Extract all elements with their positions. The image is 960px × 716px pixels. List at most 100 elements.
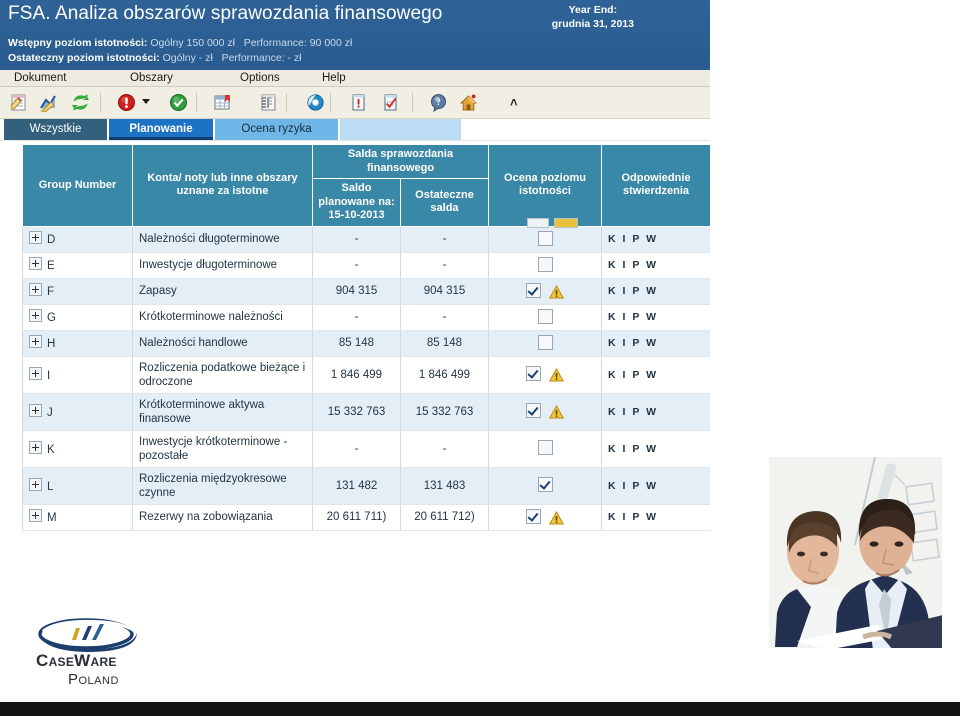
cell-group-number[interactable]: H xyxy=(22,330,133,357)
cell-assertions: K I P W xyxy=(601,330,710,357)
materiality-checkbox[interactable] xyxy=(537,477,553,492)
cell-area-name: Rozliczenia międzyokresowe czynne xyxy=(132,467,313,505)
app-title-bar: FSA. Analiza obszarów sprawozdania finan… xyxy=(0,0,710,70)
materiality-checkbox[interactable] xyxy=(526,366,541,381)
col-header-ostateczne-line2: salda xyxy=(430,202,459,215)
table-row[interactable]: I Rozliczenia podatkowe bieżące i odroczo… xyxy=(22,356,710,394)
spreadsheet-icon[interactable] xyxy=(212,92,233,113)
materiality-preliminary-performance-label: Performance: xyxy=(243,37,307,49)
cell-materiality-assessment[interactable] xyxy=(488,226,602,253)
materiality-checkbox[interactable] xyxy=(537,334,553,350)
chart-analysis-icon[interactable] xyxy=(38,92,59,113)
cell-group-number[interactable]: K xyxy=(22,430,133,468)
cell-group-number[interactable]: E xyxy=(22,252,133,279)
menu-item-obszary[interactable]: Obszary xyxy=(130,70,173,86)
cell-final-balance: 85 148 xyxy=(400,330,489,357)
expand-plus-icon[interactable] xyxy=(29,477,42,491)
cell-materiality-assessment[interactable] xyxy=(488,430,602,468)
menu-item-help[interactable]: Help xyxy=(322,70,346,86)
col-header-konta[interactable]: Konta/ noty lub inne obszary uznane za i… xyxy=(132,144,313,227)
note-exclamation-icon[interactable] xyxy=(348,92,369,113)
expand-plus-icon[interactable] xyxy=(29,283,42,296)
materiality-checkbox[interactable] xyxy=(526,282,541,298)
expand-plus-icon[interactable] xyxy=(29,309,42,322)
risk-alert-icon[interactable] xyxy=(116,92,137,113)
new-document-icon[interactable] xyxy=(8,92,29,113)
expand-plus-icon[interactable] xyxy=(29,335,42,348)
cell-area-name: Inwestycje długoterminowe xyxy=(132,252,313,279)
warning-icon xyxy=(549,368,564,382)
group-letter: J xyxy=(47,406,53,419)
group-letter: H xyxy=(47,338,56,350)
toolbar-separator xyxy=(286,93,287,112)
tab-ocena-ryzyka[interactable]: Ocena ryzyka xyxy=(215,119,338,140)
col-header-ocena[interactable]: Ocena poziomu istotności xyxy=(488,144,602,227)
cell-materiality-assessment[interactable] xyxy=(488,393,602,431)
expand-plus-icon[interactable] xyxy=(29,403,42,417)
table-row[interactable]: J Krótkoterminowe aktywa finansowe 15 332 … xyxy=(22,393,710,431)
ruler-icon[interactable] xyxy=(258,92,279,113)
col-header-salda-group[interactable]: Salda sprawozdania finansowego xyxy=(312,144,489,179)
cell-materiality-assessment[interactable] xyxy=(488,356,602,394)
chevron-up-icon[interactable]: ˄ xyxy=(510,95,518,110)
cell-group-number[interactable]: D xyxy=(22,226,133,253)
partial-warning-fragment xyxy=(554,218,578,228)
cell-group-number[interactable]: M xyxy=(22,504,133,531)
table-row[interactable]: E Inwestycje długoterminowe - - K I P W xyxy=(22,252,710,279)
menu-item-dokument[interactable]: Dokument xyxy=(14,70,66,86)
cell-group-number[interactable]: L xyxy=(22,467,133,505)
cell-planned-balance: - xyxy=(312,304,401,331)
cell-area-name: Krótkoterminowe aktywa finansowe xyxy=(132,393,313,431)
expand-plus-icon[interactable] xyxy=(29,440,42,454)
col-header-ocena-line1: Ocena poziomu xyxy=(504,171,586,184)
cell-materiality-assessment[interactable] xyxy=(488,504,602,531)
tab-blank[interactable] xyxy=(340,119,461,140)
help-icon[interactable]: ? xyxy=(428,92,449,113)
cell-assertions: K I P W xyxy=(601,467,710,505)
table-row[interactable]: L Rozliczenia międzyokresowe czynne 131 48… xyxy=(22,467,710,505)
expand-plus-icon[interactable] xyxy=(29,366,42,380)
col-header-group-number[interactable]: Group Number xyxy=(22,144,133,227)
materiality-checkbox[interactable] xyxy=(537,230,553,246)
cell-group-number[interactable]: I xyxy=(22,356,133,394)
materiality-final-performance-value: - zł xyxy=(287,51,302,64)
partial-scrolled-row xyxy=(22,215,710,229)
materiality-checkbox[interactable] xyxy=(537,440,553,455)
table-row[interactable]: K Inwestycje krótkoterminowe - pozostałe -… xyxy=(22,430,710,468)
table-row[interactable]: F Zapasy 904 315 904 315 K I P W xyxy=(22,278,710,305)
cell-assertions: K I P W xyxy=(601,304,710,331)
refresh-icon[interactable] xyxy=(70,92,91,113)
cell-final-balance: 904 315 xyxy=(400,278,489,305)
tab-wszystkie[interactable]: Wszystkie xyxy=(4,119,107,140)
dropdown-caret-icon[interactable] xyxy=(142,99,150,104)
cell-group-number[interactable]: G xyxy=(22,304,133,331)
cell-group-number[interactable]: F xyxy=(22,278,133,305)
home-icon[interactable] xyxy=(458,92,479,113)
cell-materiality-assessment[interactable] xyxy=(488,252,602,279)
cell-materiality-assessment[interactable] xyxy=(488,304,602,331)
cell-materiality-assessment[interactable] xyxy=(488,278,602,305)
expand-plus-icon[interactable] xyxy=(29,231,42,244)
checklist-icon[interactable] xyxy=(380,92,401,113)
expand-plus-icon[interactable] xyxy=(29,509,42,522)
materiality-checkbox[interactable] xyxy=(526,403,541,418)
col-header-odpowiednie[interactable]: Odpowiednie stwierdzenia xyxy=(601,144,710,227)
table-row[interactable]: D Należności długoterminowe - - K I P W xyxy=(22,226,710,253)
table-row[interactable]: H Należności handlowe 85 148 85 148 K I P W xyxy=(22,330,710,357)
materiality-checkbox[interactable] xyxy=(537,308,553,324)
materiality-checkbox[interactable] xyxy=(526,508,541,524)
approve-icon[interactable] xyxy=(168,92,189,113)
materiality-checkbox[interactable] xyxy=(537,256,553,272)
cell-planned-balance: 131 482 xyxy=(312,467,401,505)
cell-assertions: K I P W xyxy=(601,430,710,468)
cell-assertions: K I P W xyxy=(601,226,710,253)
table-row[interactable]: G Krótkoterminowe należności - - K I P W xyxy=(22,304,710,331)
expand-plus-icon[interactable] xyxy=(29,257,42,270)
cell-group-number[interactable]: J xyxy=(22,393,133,431)
tab-planowanie[interactable]: Planowanie xyxy=(109,119,213,140)
cell-materiality-assessment[interactable] xyxy=(488,330,602,357)
table-row[interactable]: M Rezerwy na zobowiązania 20 611 711) 20 61… xyxy=(22,504,710,531)
cell-materiality-assessment[interactable] xyxy=(488,467,602,505)
menu-item-options[interactable]: Options xyxy=(240,70,280,86)
sync-round-icon[interactable] xyxy=(305,92,326,113)
